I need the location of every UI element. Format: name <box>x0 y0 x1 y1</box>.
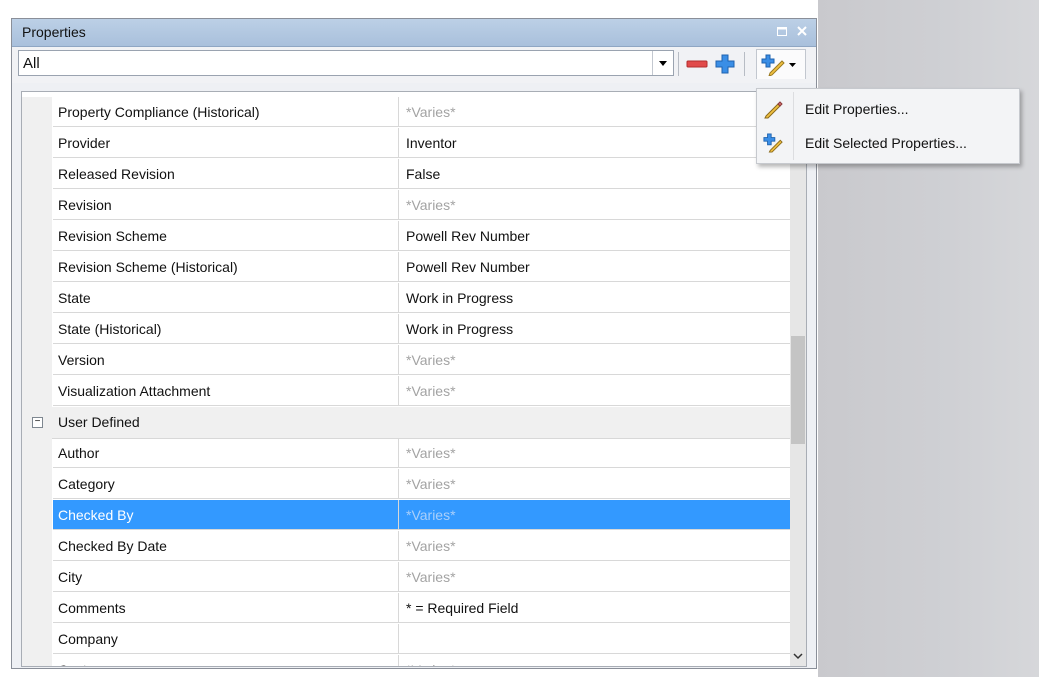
property-name: State (Historical) <box>53 314 399 344</box>
table-row[interactable]: Visualization Attachment *Varies* <box>22 376 790 407</box>
chevron-down-icon <box>789 62 796 67</box>
edit-selected-icon <box>761 54 785 76</box>
property-value[interactable] <box>399 624 790 654</box>
minus-icon <box>686 60 708 68</box>
table-row[interactable]: Author *Varies* <box>22 438 790 469</box>
property-name: Revision <box>53 190 399 220</box>
add-property-button[interactable] <box>712 51 738 77</box>
property-name: Checked By <box>53 500 399 530</box>
property-name: Provider <box>53 128 399 158</box>
table-row[interactable]: Company <box>22 624 790 655</box>
property-value[interactable]: *Varies* <box>399 500 790 530</box>
edit-selected-icon <box>763 133 783 153</box>
edit-properties-dropdown-button[interactable] <box>756 49 806 79</box>
table-row[interactable]: Comments * = Required Field <box>22 593 790 624</box>
filter-dropdown-button[interactable] <box>652 51 673 75</box>
property-name: Author <box>53 438 399 468</box>
toolbar-separator <box>744 52 745 76</box>
table-row[interactable]: Cust... *Varies* <box>22 655 790 666</box>
property-value[interactable]: * = Required Field <box>399 593 790 623</box>
filter-combobox[interactable]: All <box>18 50 674 76</box>
property-name: Company <box>53 624 399 654</box>
property-name: Cust... <box>53 655 399 666</box>
property-name: Comments <box>53 593 399 623</box>
property-value[interactable]: *Varies* <box>399 531 790 561</box>
menu-item-label: Edit Properties... <box>805 101 909 117</box>
table-row[interactable]: State (Historical) Work in Progress <box>22 314 790 345</box>
table-row[interactable]: Category *Varies* <box>22 469 790 500</box>
chevron-down-icon <box>659 60 667 66</box>
property-name: City <box>53 562 399 592</box>
property-value[interactable]: Work in Progress <box>399 283 790 313</box>
table-row[interactable]: City *Varies* <box>22 562 790 593</box>
property-value[interactable]: Powell Rev Number <box>399 252 790 282</box>
panel-titlebar: Properties <box>12 19 816 47</box>
property-value[interactable]: *Varies* <box>399 655 790 666</box>
menu-item-edit-properties[interactable]: Edit Properties... <box>757 93 1019 125</box>
table-row[interactable]: Checked By Date *Varies* <box>22 531 790 562</box>
edit-properties-menu: Edit Properties... Edit Selected Propert… <box>756 88 1020 164</box>
menu-item-edit-selected-properties[interactable]: Edit Selected Properties... <box>757 127 1019 159</box>
property-value[interactable]: *Varies* <box>399 469 790 499</box>
property-value[interactable]: *Varies* <box>399 190 790 220</box>
property-value[interactable]: False <box>399 159 790 189</box>
property-grid: Property Compliance (Historical) *Varies… <box>21 91 807 667</box>
collapse-toggle-icon[interactable]: − <box>32 417 43 428</box>
toolbar-separator <box>678 52 679 76</box>
properties-panel: Properties All Property Compliance (Hist… <box>11 18 817 669</box>
property-value[interactable]: *Varies* <box>399 438 790 468</box>
table-row[interactable]: Revision Scheme (Historical) Powell Rev … <box>22 252 790 283</box>
property-name: Checked By Date <box>53 531 399 561</box>
chevron-down-icon[interactable] <box>792 650 804 662</box>
property-value[interactable]: Work in Progress <box>399 314 790 344</box>
property-name: Released Revision <box>53 159 399 189</box>
property-value[interactable]: *Varies* <box>399 97 790 127</box>
table-row[interactable]: Provider Inventor <box>22 128 790 159</box>
table-row[interactable]: Version *Varies* <box>22 345 790 376</box>
maximize-icon <box>777 26 787 36</box>
property-name: State <box>53 283 399 313</box>
remove-property-button[interactable] <box>684 51 710 77</box>
property-name: Category <box>53 469 399 499</box>
properties-toolbar: All <box>12 47 816 83</box>
pencil-icon <box>764 101 783 119</box>
category-user-defined[interactable]: − User Defined <box>22 407 790 439</box>
table-row[interactable]: Revision *Varies* <box>22 190 790 221</box>
property-value[interactable]: Inventor <box>399 128 790 158</box>
property-name: Version <box>53 345 399 375</box>
table-row-selected[interactable]: Checked By *Varies* <box>22 500 790 531</box>
category-label: User Defined <box>58 414 140 430</box>
property-value[interactable]: Powell Rev Number <box>399 221 790 251</box>
close-button[interactable] <box>794 23 810 39</box>
menu-item-label: Edit Selected Properties... <box>805 135 967 151</box>
scrollbar-thumb[interactable] <box>791 336 805 444</box>
property-name: Property Compliance (Historical) <box>53 97 399 127</box>
table-row[interactable]: Revision Scheme Powell Rev Number <box>22 221 790 252</box>
property-value[interactable]: *Varies* <box>399 562 790 592</box>
panel-title: Properties <box>22 24 86 40</box>
property-name: Revision Scheme <box>53 221 399 251</box>
property-value[interactable]: *Varies* <box>399 345 790 375</box>
filter-value: All <box>23 55 40 72</box>
table-row[interactable]: Property Compliance (Historical) *Varies… <box>22 97 790 128</box>
table-row[interactable]: State Work in Progress <box>22 283 790 314</box>
property-value[interactable]: *Varies* <box>399 376 790 406</box>
vertical-scrollbar[interactable] <box>790 92 806 666</box>
property-name: Visualization Attachment <box>53 376 399 406</box>
close-icon <box>797 26 807 36</box>
plus-icon <box>715 54 735 74</box>
maximize-button[interactable] <box>774 23 790 39</box>
property-name: Revision Scheme (Historical) <box>53 252 399 282</box>
table-row[interactable]: Released Revision False <box>22 159 790 190</box>
